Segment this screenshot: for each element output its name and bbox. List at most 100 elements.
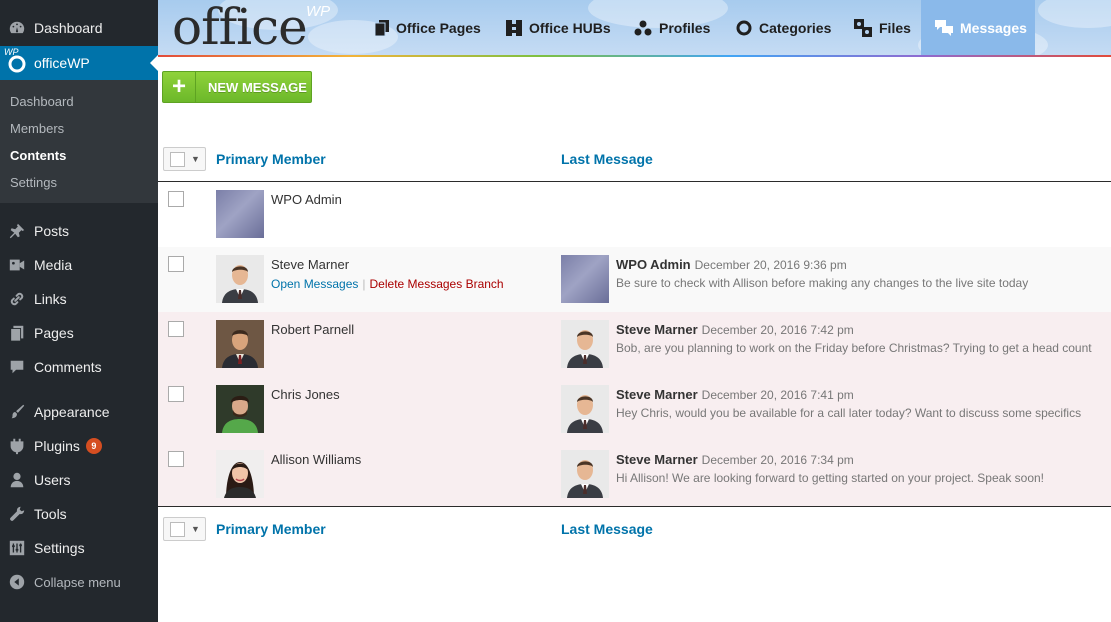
menu-comments[interactable]: Comments xyxy=(0,350,158,384)
chris-avatar xyxy=(216,385,264,433)
logo-text: office xyxy=(172,0,308,56)
profiles-icon xyxy=(634,20,652,36)
row-checkbox[interactable] xyxy=(168,451,184,467)
menu-users[interactable]: Users xyxy=(0,463,158,497)
officewp-header: office WP Office Pages Office HUBs Profi… xyxy=(158,0,1111,57)
officewp-icon-badge: WP xyxy=(4,47,19,57)
open-messages-link[interactable]: Open Messages xyxy=(271,277,358,291)
header-rainbow-line xyxy=(158,55,1111,57)
tab-profiles[interactable]: Profiles xyxy=(626,0,718,56)
hub-icon xyxy=(506,20,522,36)
last-message-author: Steve Marner December 20, 2016 7:41 pm xyxy=(616,387,854,402)
new-message-button[interactable]: + NEW MESSAGE xyxy=(162,71,312,103)
menu-links[interactable]: Links xyxy=(0,282,158,316)
menu-label: Posts xyxy=(34,223,70,239)
member-name: WPO Admin xyxy=(271,192,342,207)
caret-down-icon[interactable]: ▼ xyxy=(191,154,200,164)
menu-label: Plugins xyxy=(34,438,80,454)
submenu-settings[interactable]: Settings xyxy=(10,175,57,190)
officewp-submenu: Dashboard Members Contents Settings xyxy=(0,80,158,203)
author-name: Steve Marner xyxy=(616,387,698,402)
table-row[interactable]: Allison Williams Steve Marner December 20… xyxy=(158,442,1111,507)
row-actions: Open Messages | Delete Messages Branch xyxy=(271,277,504,291)
logo-wp-superscript: WP xyxy=(306,3,331,20)
message-date: December 20, 2016 7:41 pm xyxy=(701,388,854,402)
menu-label: Appearance xyxy=(34,404,110,420)
table-row[interactable]: Robert Parnell Steve Marner December 20, … xyxy=(158,312,1111,377)
bulk-select-bottom[interactable]: ▼ xyxy=(163,517,206,541)
select-all-checkbox[interactable] xyxy=(170,151,185,167)
menu-posts[interactable]: Posts xyxy=(0,214,158,248)
pages-icon xyxy=(375,20,389,36)
submenu-contents[interactable]: Contents xyxy=(10,148,66,163)
link-icon xyxy=(0,282,34,316)
message-date: December 20, 2016 7:42 pm xyxy=(701,323,854,337)
users-icon xyxy=(0,463,34,497)
col-last-message-top[interactable]: Last Message xyxy=(561,151,653,167)
tab-categories[interactable]: Categories xyxy=(728,0,839,56)
menu-pages[interactable]: Pages xyxy=(0,316,158,350)
menu-plugins[interactable]: Plugins 9 xyxy=(0,429,158,463)
comment-icon xyxy=(0,350,34,384)
admin-sidebar: Dashboard WP officeWP Dashboard Members … xyxy=(0,0,158,622)
member-name: Steve Marner xyxy=(271,257,350,272)
wrench-icon xyxy=(0,497,34,531)
last-message-text: Hey Chris, would you be available for a … xyxy=(616,406,1082,420)
menu-label: Comments xyxy=(34,359,102,375)
tab-office-pages[interactable]: Office Pages xyxy=(367,0,489,56)
steve-avatar xyxy=(561,320,609,368)
menu-media[interactable]: Media xyxy=(0,248,158,282)
table-row[interactable]: WPO Admin xyxy=(158,182,1111,247)
menu-officewp[interactable]: WP officeWP xyxy=(0,46,158,80)
steve-avatar xyxy=(561,450,609,498)
menu-dashboard[interactable]: Dashboard xyxy=(0,11,158,45)
tab-label: Office Pages xyxy=(396,20,481,36)
caret-down-icon[interactable]: ▼ xyxy=(191,524,200,534)
officewp-logo[interactable]: office xyxy=(172,0,308,56)
dashboard-icon xyxy=(0,11,34,45)
action-separator: | xyxy=(362,277,366,291)
tab-label: Files xyxy=(879,20,911,36)
menu-label: Pages xyxy=(34,325,74,341)
bulk-select-top[interactable]: ▼ xyxy=(163,147,206,171)
author-name: Steve Marner xyxy=(616,322,698,337)
steve-avatar xyxy=(561,385,609,433)
row-checkbox[interactable] xyxy=(168,386,184,402)
col-last-message-bottom[interactable]: Last Message xyxy=(561,521,653,537)
menu-label: officeWP xyxy=(34,55,90,71)
member-name: Allison Williams xyxy=(271,452,362,467)
new-message-label: NEW MESSAGE xyxy=(208,79,307,95)
menu-label: Users xyxy=(34,472,71,488)
col-primary-member-bottom[interactable]: Primary Member xyxy=(216,521,326,537)
last-message-author: Steve Marner December 20, 2016 7:34 pm xyxy=(616,452,854,467)
tab-label: Office HUBs xyxy=(529,20,611,36)
tab-messages[interactable]: Messages xyxy=(921,0,1035,56)
message-date: December 20, 2016 7:34 pm xyxy=(701,453,854,467)
table-row[interactable]: Steve Marner Open Messages | Delete Messag… xyxy=(158,247,1111,312)
submenu-members[interactable]: Members xyxy=(10,121,64,136)
files-icon xyxy=(854,19,872,37)
tab-office-hubs[interactable]: Office HUBs xyxy=(498,0,619,56)
table-row[interactable]: Chris Jones Steve Marner December 20, 201… xyxy=(158,377,1111,442)
admin-avatar xyxy=(561,255,609,303)
last-message-text: Bob, are you planning to work on the Fri… xyxy=(616,341,1092,355)
active-indicator xyxy=(150,55,158,71)
member-name: Chris Jones xyxy=(271,387,340,402)
row-checkbox[interactable] xyxy=(168,321,184,337)
menu-appearance[interactable]: Appearance xyxy=(0,395,158,429)
plugin-icon xyxy=(0,429,34,463)
last-message-text: Be sure to check with Allison before mak… xyxy=(616,276,1029,290)
delete-branch-link[interactable]: Delete Messages Branch xyxy=(370,277,504,291)
menu-settings[interactable]: Settings xyxy=(0,531,158,565)
select-all-checkbox[interactable] xyxy=(170,521,185,537)
collapse-menu-button[interactable]: Collapse menu xyxy=(0,565,158,599)
row-checkbox[interactable] xyxy=(168,191,184,207)
tab-files[interactable]: Files xyxy=(846,0,919,56)
menu-tools[interactable]: Tools xyxy=(0,497,158,531)
row-checkbox[interactable] xyxy=(168,256,184,272)
admin-avatar xyxy=(216,190,264,238)
menu-label: Media xyxy=(34,257,73,273)
officewp-icon: WP xyxy=(0,46,34,80)
submenu-dashboard[interactable]: Dashboard xyxy=(10,94,74,109)
col-primary-member-top[interactable]: Primary Member xyxy=(216,151,326,167)
